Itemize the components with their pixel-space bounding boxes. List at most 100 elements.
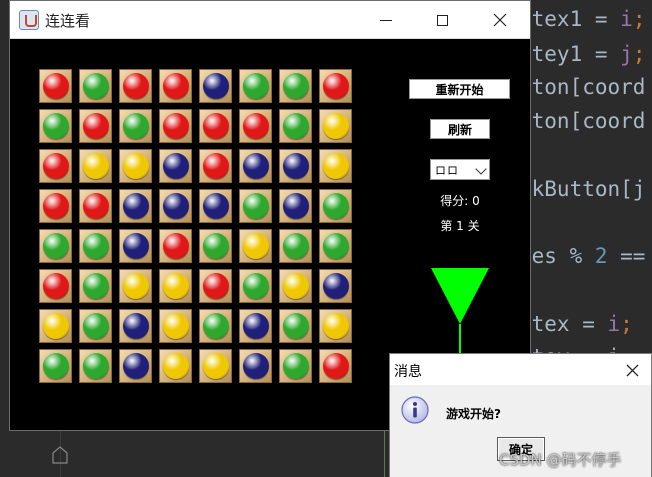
maximize-button[interactable] (414, 1, 470, 39)
game-tile[interactable] (199, 69, 232, 103)
game-tile[interactable] (319, 269, 352, 303)
game-tile[interactable] (239, 349, 272, 383)
game-tile[interactable] (319, 149, 352, 183)
ball-icon (42, 153, 69, 179)
game-tile[interactable] (119, 269, 152, 303)
ball-icon (202, 353, 229, 379)
ball-icon (242, 233, 269, 259)
refresh-button[interactable]: 刷新 (430, 119, 490, 139)
close-button[interactable] (472, 1, 528, 39)
game-tile[interactable] (199, 189, 232, 223)
ball-icon (242, 313, 269, 339)
game-tile[interactable] (119, 189, 152, 223)
game-tile[interactable] (119, 109, 152, 143)
java-app-icon (19, 10, 39, 30)
game-tile[interactable] (239, 309, 272, 343)
game-tile[interactable] (79, 189, 112, 223)
timer-indicator (431, 268, 489, 356)
game-tile[interactable] (159, 349, 192, 383)
level-select[interactable]: ロロ (430, 159, 490, 180)
ball-icon (282, 273, 309, 299)
game-tile[interactable] (199, 109, 232, 143)
game-tile[interactable] (239, 69, 272, 103)
ball-icon (162, 193, 189, 219)
game-tile[interactable] (279, 349, 312, 383)
game-tile[interactable] (239, 269, 272, 303)
close-icon (626, 364, 638, 376)
game-tile[interactable] (319, 229, 352, 263)
ball-icon (82, 153, 109, 179)
restart-button[interactable]: 重新开始 (409, 79, 510, 99)
game-tile[interactable] (319, 189, 352, 223)
ball-icon (82, 313, 109, 339)
game-tile[interactable] (279, 149, 312, 183)
ball-icon (42, 353, 69, 379)
game-tile[interactable] (159, 309, 192, 343)
game-tile[interactable] (39, 309, 72, 343)
game-tile[interactable] (39, 189, 72, 223)
game-tile[interactable] (319, 309, 352, 343)
game-tile[interactable] (39, 349, 72, 383)
game-tile[interactable] (119, 349, 152, 383)
game-tile[interactable] (279, 69, 312, 103)
game-tile[interactable] (119, 149, 152, 183)
ball-icon (242, 273, 269, 299)
game-tile[interactable] (239, 149, 272, 183)
minimize-button[interactable] (358, 1, 414, 39)
game-tile[interactable] (279, 309, 312, 343)
game-tile[interactable] (79, 149, 112, 183)
game-tile[interactable] (199, 149, 232, 183)
timer-bar (459, 324, 461, 356)
minimize-icon (380, 19, 392, 21)
game-tile[interactable] (119, 69, 152, 103)
ball-icon (282, 233, 309, 259)
game-tile[interactable] (39, 109, 72, 143)
game-tile[interactable] (199, 269, 232, 303)
ball-icon (162, 273, 189, 299)
game-tile[interactable] (79, 109, 112, 143)
dialog-close-button[interactable] (619, 357, 645, 383)
game-tile[interactable] (79, 349, 112, 383)
game-tile[interactable] (119, 309, 152, 343)
ball-icon (42, 273, 69, 299)
ball-icon (162, 313, 189, 339)
game-tile[interactable] (319, 109, 352, 143)
ball-icon (162, 73, 189, 99)
game-tile[interactable] (279, 269, 312, 303)
window-titlebar[interactable]: 连连看 (10, 1, 530, 39)
game-tile[interactable] (159, 149, 192, 183)
game-tile[interactable] (199, 309, 232, 343)
game-tile[interactable] (239, 109, 272, 143)
ball-icon (42, 233, 69, 259)
bookmark-icon (52, 446, 70, 466)
game-tile[interactable] (199, 229, 232, 263)
game-tile[interactable] (159, 189, 192, 223)
game-tile[interactable] (159, 69, 192, 103)
info-icon (401, 396, 429, 424)
game-tile[interactable] (79, 309, 112, 343)
game-tile[interactable] (119, 229, 152, 263)
ball-icon (42, 113, 69, 139)
game-tile[interactable] (199, 349, 232, 383)
game-tile[interactable] (79, 269, 112, 303)
game-tile[interactable] (39, 149, 72, 183)
ball-icon (322, 193, 349, 219)
game-tile[interactable] (279, 189, 312, 223)
game-tile[interactable] (79, 69, 112, 103)
game-tile[interactable] (279, 109, 312, 143)
game-tile[interactable] (159, 229, 192, 263)
game-tile[interactable] (239, 229, 272, 263)
game-tile[interactable] (159, 269, 192, 303)
game-tile[interactable] (319, 69, 352, 103)
dialog-titlebar[interactable]: 消息 (390, 354, 651, 385)
game-tile[interactable] (39, 229, 72, 263)
game-tile[interactable] (39, 69, 72, 103)
game-tile[interactable] (79, 229, 112, 263)
game-tile[interactable] (39, 269, 72, 303)
game-tile[interactable] (319, 349, 352, 383)
ball-icon (322, 153, 349, 179)
ball-icon (322, 233, 349, 259)
game-tile[interactable] (239, 189, 272, 223)
game-tile[interactable] (279, 229, 312, 263)
game-tile[interactable] (159, 109, 192, 143)
